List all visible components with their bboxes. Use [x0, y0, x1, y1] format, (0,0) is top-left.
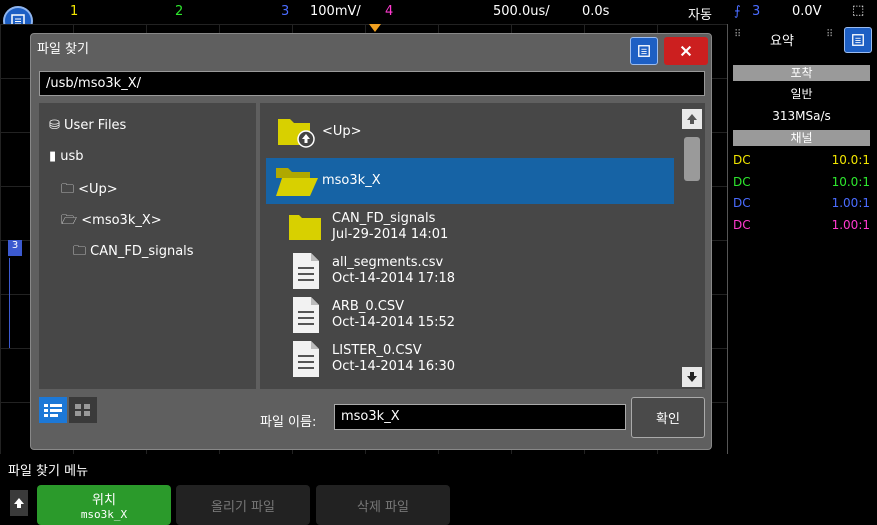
status-bar	[0, 0, 877, 24]
acquire-header: 포착	[733, 65, 870, 81]
channel-row-3: DC 1.00:1	[733, 196, 870, 210]
folder-icon	[289, 215, 321, 240]
drive-icon: ⛁	[49, 118, 65, 133]
grid-view-icon	[75, 404, 90, 416]
trigger-mode[interactable]: 자동	[688, 4, 712, 23]
trigger-channel[interactable]: 3	[752, 4, 760, 19]
tree-item-user-files[interactable]: ⛁ User Files	[49, 118, 126, 133]
menu-icon	[638, 45, 650, 57]
zoom-select-icon[interactable]: ⬚	[852, 3, 864, 18]
channel-3-scale[interactable]: 100mV/	[310, 4, 361, 19]
arrow-up-icon	[687, 114, 697, 124]
channel-1-label[interactable]: 1	[70, 4, 78, 19]
file-item-arb-0[interactable]: ARB_0.CSV Oct-14-2014 15:52	[266, 294, 674, 336]
tree-item-mso3k-x[interactable]: 🗁 <mso3k_X>	[61, 211, 162, 233]
trigger-position-marker	[369, 24, 381, 32]
filename-label: 파일 이름:	[260, 415, 317, 430]
file-browser-dialog: 파일 찾기 /usb/mso3k_X/ ⛁ User Files ▮ usb 🗀…	[30, 33, 712, 450]
channel-2-label[interactable]: 2	[175, 4, 183, 19]
location-softkey[interactable]: 위치 mso3k_X	[37, 485, 171, 525]
trigger-slope-icon: ⨍	[734, 4, 741, 19]
tree-item-up[interactable]: 🗀 <Up>	[61, 180, 118, 202]
path-field[interactable]: /usb/mso3k_X/	[39, 71, 705, 96]
channel-3-label[interactable]: 3	[281, 4, 289, 19]
trigger-level[interactable]: 0.0V	[792, 4, 822, 19]
usb-icon: ▮	[49, 149, 61, 164]
scroll-down-button[interactable]	[682, 367, 702, 387]
dialog-title: 파일 찾기	[37, 42, 89, 57]
delete-file-softkey[interactable]: 삭제 파일	[316, 485, 450, 525]
channel-row-4: DC 1.00:1	[733, 218, 870, 232]
folder-tree: ⛁ User Files ▮ usb 🗀 <Up> 🗁 <mso3k_X> 🗀 …	[39, 103, 256, 389]
channel-row-2: DC 10.0:1	[733, 175, 870, 189]
side-panel-menu-button[interactable]	[844, 27, 872, 53]
drag-handle-icon[interactable]: ⠿	[826, 29, 833, 40]
dialog-menu-button[interactable]	[630, 37, 658, 65]
channel-4-label[interactable]: 4	[385, 4, 393, 19]
file-item-up[interactable]: <Up>	[266, 111, 674, 153]
list-view-button[interactable]	[39, 397, 67, 423]
acquire-mode: 일반	[790, 87, 813, 101]
file-icon	[293, 297, 319, 333]
up-folder-icon: 🗀	[61, 182, 79, 197]
channel-row-1: DC 10.0:1	[733, 153, 870, 167]
tree-item-usb[interactable]: ▮ usb	[49, 149, 84, 164]
icon-view-button[interactable]	[69, 397, 97, 423]
close-button[interactable]	[664, 37, 708, 65]
file-icon	[293, 253, 319, 289]
file-item-mso3k-x[interactable]: mso3k_X	[266, 158, 674, 204]
open-folder-icon	[276, 168, 318, 196]
drag-handle-icon[interactable]: ⠿	[734, 29, 741, 40]
filename-input[interactable]: mso3k_X	[334, 404, 626, 430]
delay-value[interactable]: 0.0s	[582, 4, 609, 19]
file-icon	[293, 341, 319, 377]
ok-button[interactable]: 확인	[631, 397, 705, 438]
channels-header: 채널	[733, 130, 870, 146]
close-icon	[680, 45, 692, 57]
location-value: mso3k_X	[80, 508, 128, 521]
channel-3-trace	[9, 258, 10, 348]
timebase-value[interactable]: 500.0us/	[493, 4, 550, 19]
folder-up-icon	[278, 119, 315, 148]
sample-rate: 313MSa/s	[772, 109, 831, 123]
file-item-all-segments[interactable]: all_segments.csv Oct-14-2014 17:18	[266, 250, 674, 292]
tree-item-can-fd-signals[interactable]: 🗀 CAN_FD_signals	[73, 242, 194, 264]
arrow-down-icon	[687, 372, 697, 382]
file-list-scrollbar[interactable]	[682, 109, 702, 389]
folder-icon: 🗀	[73, 244, 91, 259]
scroll-thumb[interactable]	[684, 137, 700, 181]
menu-icon	[852, 34, 864, 46]
channel-3-ground-marker: 3	[8, 240, 22, 256]
upload-file-softkey[interactable]: 올리기 파일	[176, 485, 310, 525]
file-item-lister-0[interactable]: LISTER_0.CSV Oct-14-2014 16:30	[266, 338, 674, 380]
file-list: <Up> mso3k_X CAN_FD_signals Jul-29-2014 …	[260, 103, 705, 389]
summary-label[interactable]: 요약	[770, 30, 794, 49]
arrow-up-icon	[14, 498, 24, 508]
list-view-icon	[44, 404, 62, 417]
open-folder-icon: 🗁	[61, 213, 82, 228]
menu-title: 파일 찾기 메뉴	[8, 464, 89, 479]
scroll-up-button[interactable]	[682, 109, 702, 129]
menu-back-button[interactable]	[10, 490, 28, 516]
file-item-can-fd-signals[interactable]: CAN_FD_signals Jul-29-2014 14:01	[266, 206, 674, 248]
